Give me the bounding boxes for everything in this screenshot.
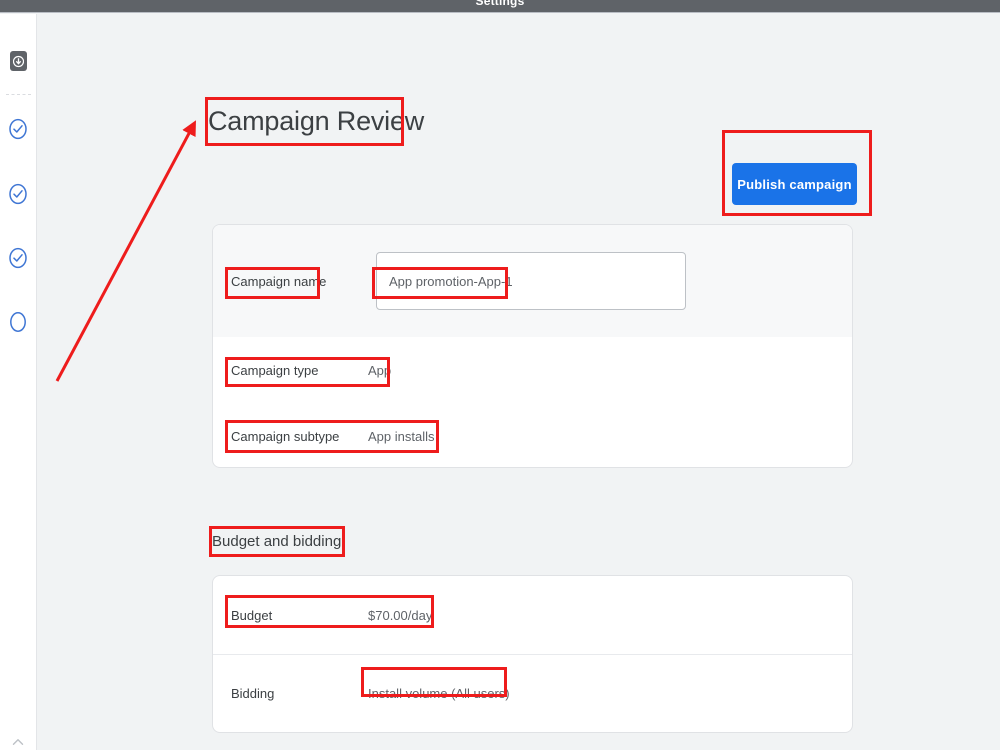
- check-circle-icon: [9, 118, 27, 140]
- sidebar-item-step-3[interactable]: [0, 245, 36, 271]
- chevron-up-icon: [12, 739, 24, 745]
- campaign-subtype-value: App installs: [368, 428, 435, 444]
- budget-value: $70.00/day: [368, 607, 433, 623]
- bidding-row: Bidding Install volume (All users): [213, 654, 852, 732]
- sidebar-item-step-1[interactable]: [0, 116, 36, 142]
- campaign-type-label: Campaign type: [231, 362, 319, 378]
- page-title: Campaign Review: [208, 106, 425, 136]
- check-circle-icon: [9, 247, 27, 269]
- campaign-summary-card: Campaign name Campaign type App Campaign…: [212, 224, 853, 468]
- campaign-subtype-label: Campaign subtype: [231, 428, 340, 444]
- sidebar-item-step-4[interactable]: [0, 309, 36, 335]
- campaign-type-value: App: [368, 362, 392, 378]
- left-navigation-rail: [0, 14, 37, 750]
- campaign-name-label: Campaign name: [231, 273, 327, 289]
- window-title: Settings: [475, 0, 525, 8]
- bidding-value: Install volume (All users): [368, 686, 510, 701]
- campaign-name-input[interactable]: [376, 252, 686, 310]
- campaign-subtype-row: Campaign subtype App installs: [213, 403, 852, 467]
- main-content: Campaign Review Publish campaign Campaig…: [38, 14, 1000, 750]
- download-badge-icon: [9, 51, 27, 71]
- sidebar-divider: [6, 94, 31, 95]
- window-title-bar: Settings: [0, 0, 1000, 13]
- sidebar-item-goal[interactable]: [0, 48, 36, 74]
- campaign-name-row: Campaign name: [213, 225, 852, 337]
- campaign-type-row: Campaign type App: [213, 337, 852, 403]
- budget-label: Budget: [231, 607, 273, 623]
- budget-row: Budget $70.00/day: [213, 576, 852, 654]
- budget-card: Budget $70.00/day Bidding Install volume…: [212, 575, 853, 733]
- publish-campaign-button[interactable]: Publish campaign: [732, 163, 857, 205]
- sidebar-collapse-toggle[interactable]: [0, 738, 36, 746]
- budget-section-title: Budget and bidding: [212, 533, 342, 550]
- sidebar-item-step-2[interactable]: [0, 181, 36, 207]
- check-circle-icon: [9, 183, 27, 205]
- bidding-label: Bidding: [231, 686, 275, 701]
- empty-circle-icon: [10, 312, 26, 332]
